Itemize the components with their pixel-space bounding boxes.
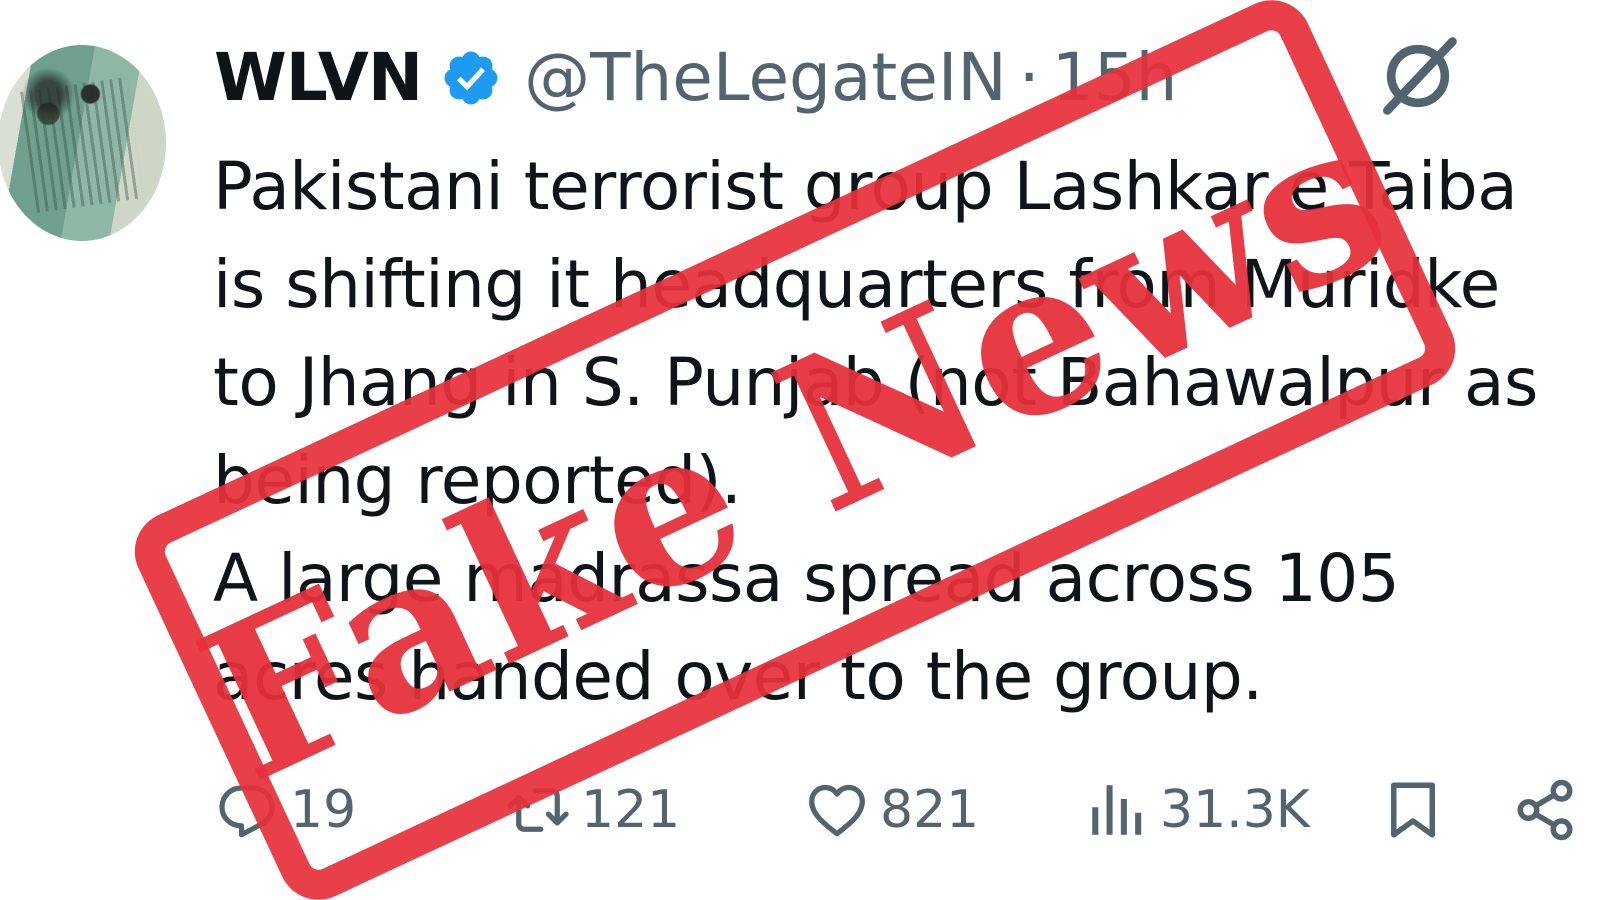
action-bar: 19 121 821 31.3K xyxy=(0,760,1600,860)
tweet-text-line: A large madrassa spread across 105 xyxy=(213,540,1400,617)
share-icon xyxy=(1517,779,1573,841)
verified-badge-icon xyxy=(444,51,498,105)
like-count: 821 xyxy=(880,780,980,840)
reply-button[interactable]: 19 xyxy=(214,760,356,860)
like-icon xyxy=(809,784,865,837)
views-icon xyxy=(1092,785,1142,835)
display-name[interactable]: WLVN xyxy=(214,38,423,118)
handle[interactable]: @TheLegateIN xyxy=(524,38,1007,118)
retweet-icon xyxy=(507,788,569,832)
views-button[interactable]: 31.3K xyxy=(1084,760,1310,860)
separator: · xyxy=(1018,39,1040,116)
tweet-text-line: Pakistani terrorist group Lashkar e Taib… xyxy=(213,148,1518,225)
bookmark-icon xyxy=(1391,782,1435,838)
tweet-text-line: is shifting it headquarters from Muridke xyxy=(213,246,1500,323)
retweet-button[interactable]: 121 xyxy=(505,760,680,860)
tweet-header: WLVN @TheLegateIN · 15h xyxy=(214,38,1178,118)
reply-count: 19 xyxy=(290,780,357,840)
grok-icon[interactable] xyxy=(1372,30,1464,122)
tweet-text-line: acres handed over to the group. xyxy=(213,638,1263,715)
retweet-count: 121 xyxy=(581,780,681,840)
bookmark-button[interactable] xyxy=(1380,760,1456,860)
tweet-text: Pakistani terrorist group Lashkar e Taib… xyxy=(213,138,1600,726)
reply-icon xyxy=(219,785,275,838)
tweet-screenshot: WLVN @TheLegateIN · 15h Pakistani terror… xyxy=(0,0,1600,900)
avatar[interactable] xyxy=(0,45,166,241)
timestamp[interactable]: 15h xyxy=(1052,38,1178,118)
share-button[interactable] xyxy=(1512,760,1588,860)
like-button[interactable]: 821 xyxy=(804,760,979,860)
views-count: 31.3K xyxy=(1160,780,1310,840)
tweet-text-line: being reported). xyxy=(213,442,742,519)
tweet-text-line: to Jhang in S. Punjab (not Bahawalpur as xyxy=(213,344,1538,421)
